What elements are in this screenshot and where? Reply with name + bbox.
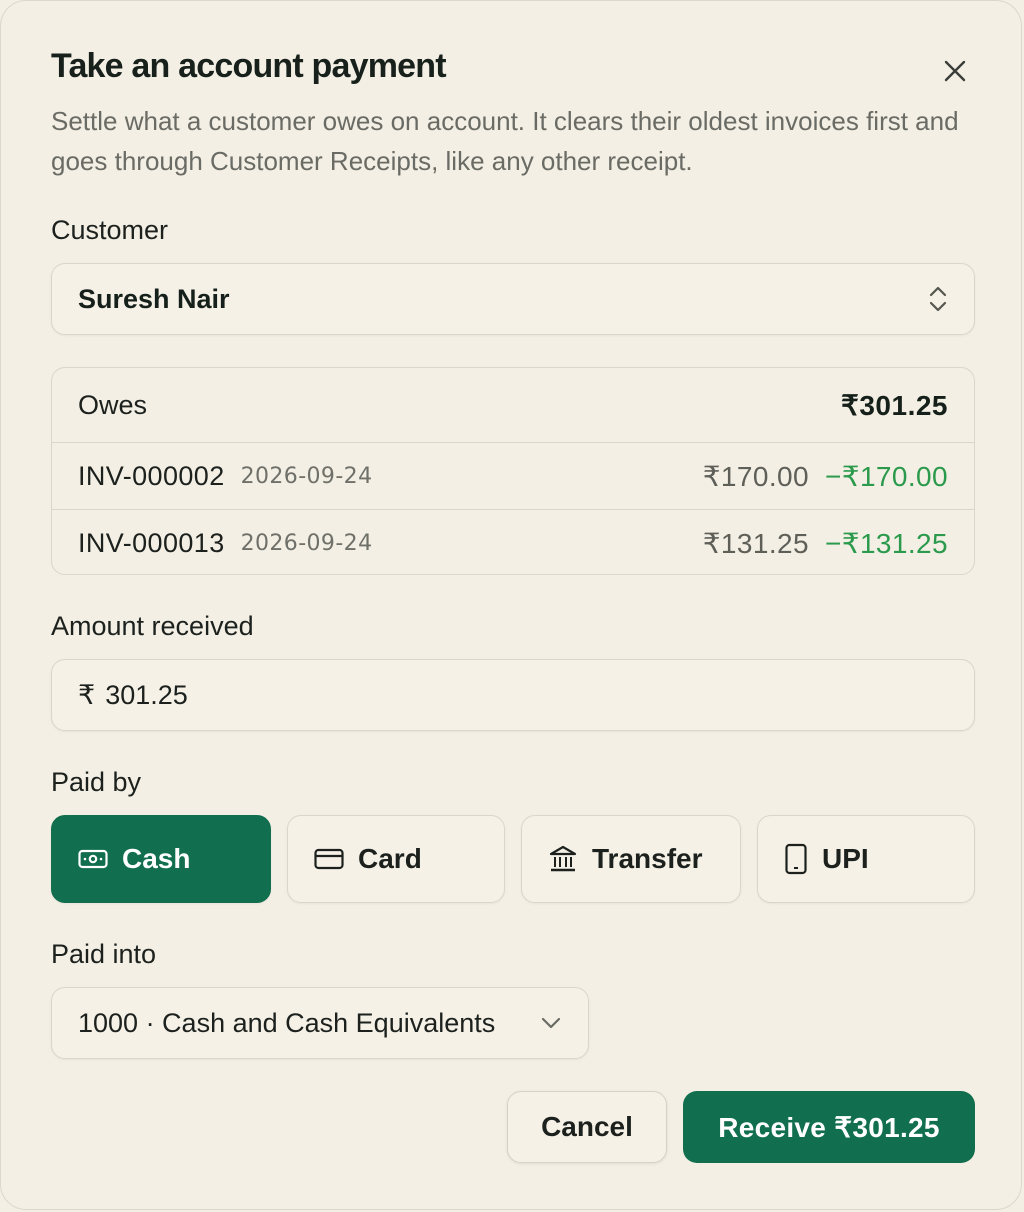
invoice-date: 2026-09-24 [240, 463, 373, 489]
invoice-row: INV-000002 2026-09-24 ₹170.00 −₹170.00 [52, 443, 974, 509]
payment-method-cash[interactable]: Cash [51, 815, 271, 903]
amount-field[interactable]: ₹ [51, 659, 975, 731]
card-icon [314, 848, 344, 870]
payment-method-transfer[interactable]: Transfer [521, 815, 741, 903]
invoice-row: INV-000013 2026-09-24 ₹131.25 −₹131.25 [52, 509, 974, 574]
customer-select-value: Suresh Nair [78, 283, 230, 314]
cash-icon [78, 849, 108, 869]
chevron-down-icon [541, 1017, 561, 1029]
bank-icon [549, 845, 577, 872]
payment-method-label: UPI [822, 843, 869, 874]
invoice-id: INV-000013 [78, 527, 225, 558]
owes-header: Owes ₹301.25 [52, 368, 974, 443]
chevron-up-down-icon [929, 286, 947, 312]
customer-label: Customer [51, 215, 169, 245]
payment-method-label: Cash [122, 843, 191, 874]
cancel-button[interactable]: Cancel [507, 1091, 667, 1163]
amount-input[interactable] [105, 679, 906, 711]
customer-select[interactable]: Suresh Nair [51, 263, 975, 335]
owes-label: Owes [78, 389, 148, 420]
close-icon [944, 60, 966, 82]
amount-label: Amount received [51, 611, 254, 641]
owes-summary: Owes ₹301.25 INV-000002 2026-09-24 ₹170.… [51, 367, 975, 575]
invoice-applied-amount: −₹170.00 [824, 460, 948, 492]
payment-method-label: Card [358, 843, 422, 874]
account-payment-dialog: Take an account payment Settle what a cu… [0, 0, 1022, 1210]
payment-method-upi[interactable]: UPI [757, 815, 975, 903]
paid-into-select-value: 1000 · Cash and Cash Equivalents [78, 1007, 496, 1038]
dialog-title: Take an account payment [51, 47, 447, 85]
paid-into-label: Paid into [51, 939, 157, 969]
phone-icon [785, 843, 807, 875]
dialog-subtitle: Settle what a customer owes on account. … [51, 106, 959, 176]
invoice-id: INV-000002 [78, 460, 225, 491]
invoice-applied-amount: −₹131.25 [824, 527, 948, 559]
invoice-amount: ₹170.00 [702, 460, 809, 492]
paid-into-select[interactable]: 1000 · Cash and Cash Equivalents [51, 987, 589, 1059]
close-button[interactable] [933, 57, 977, 85]
payment-method-card[interactable]: Card [287, 815, 505, 903]
payment-method-label: Transfer [592, 843, 703, 874]
invoice-amount: ₹131.25 [702, 527, 809, 559]
currency-symbol: ₹ [78, 679, 96, 710]
owes-total: ₹301.25 [841, 389, 948, 421]
invoice-date: 2026-09-24 [240, 530, 373, 556]
paid-by-label: Paid by [51, 767, 142, 797]
receive-button[interactable]: Receive ₹301.25 [683, 1091, 975, 1163]
